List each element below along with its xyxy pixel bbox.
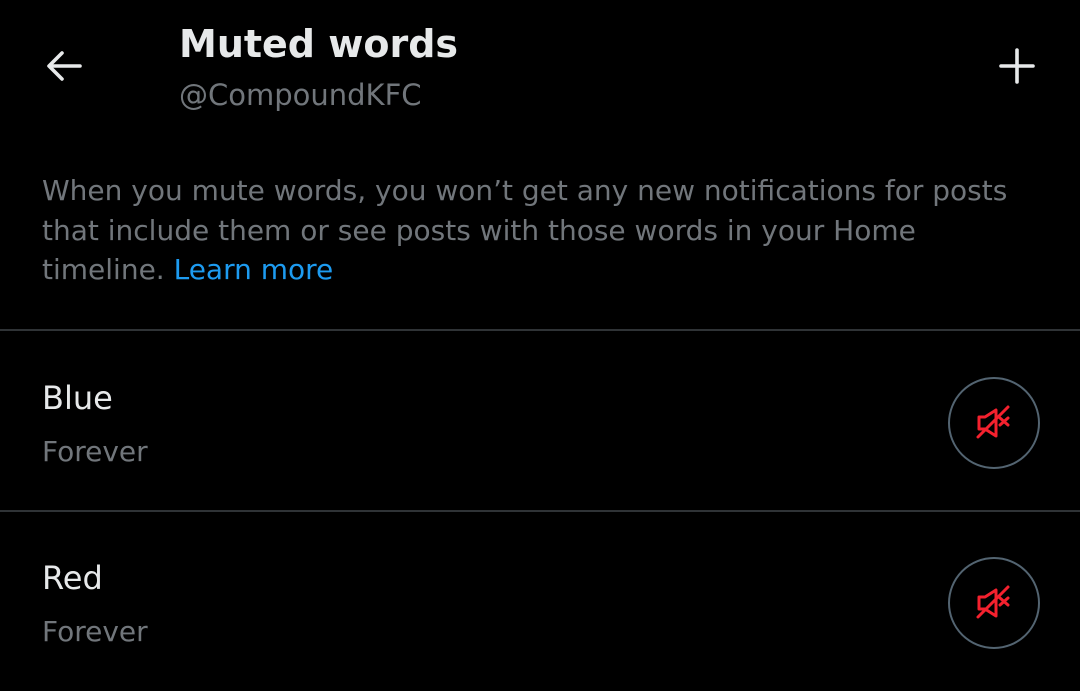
- divider: [0, 510, 1080, 512]
- muted-word: Blue: [42, 379, 113, 417]
- muted-word-row: Red Forever: [0, 513, 1080, 691]
- page-title: Muted words: [179, 22, 459, 66]
- back-button[interactable]: [38, 40, 90, 92]
- arrow-left-icon: [47, 51, 82, 81]
- muted-words-description: When you mute words, you won’t get any n…: [42, 171, 1042, 290]
- muted-word-row: Blue Forever: [0, 333, 1080, 511]
- learn-more-link[interactable]: Learn more: [174, 253, 334, 286]
- account-handle: @CompoundKFC: [179, 78, 422, 112]
- top-app-bar: Muted words @CompoundKFC: [0, 0, 1080, 130]
- divider: [0, 329, 1080, 331]
- mute-duration: Forever: [42, 435, 148, 468]
- mute-duration: Forever: [42, 615, 148, 648]
- plus-icon: [999, 48, 1035, 84]
- unmute-button[interactable]: [948, 377, 1040, 469]
- add-muted-word-button[interactable]: [991, 40, 1043, 92]
- speaker-muted-icon: [976, 405, 1010, 439]
- muted-word: Red: [42, 559, 103, 597]
- speaker-muted-icon: [976, 585, 1010, 619]
- unmute-button[interactable]: [948, 557, 1040, 649]
